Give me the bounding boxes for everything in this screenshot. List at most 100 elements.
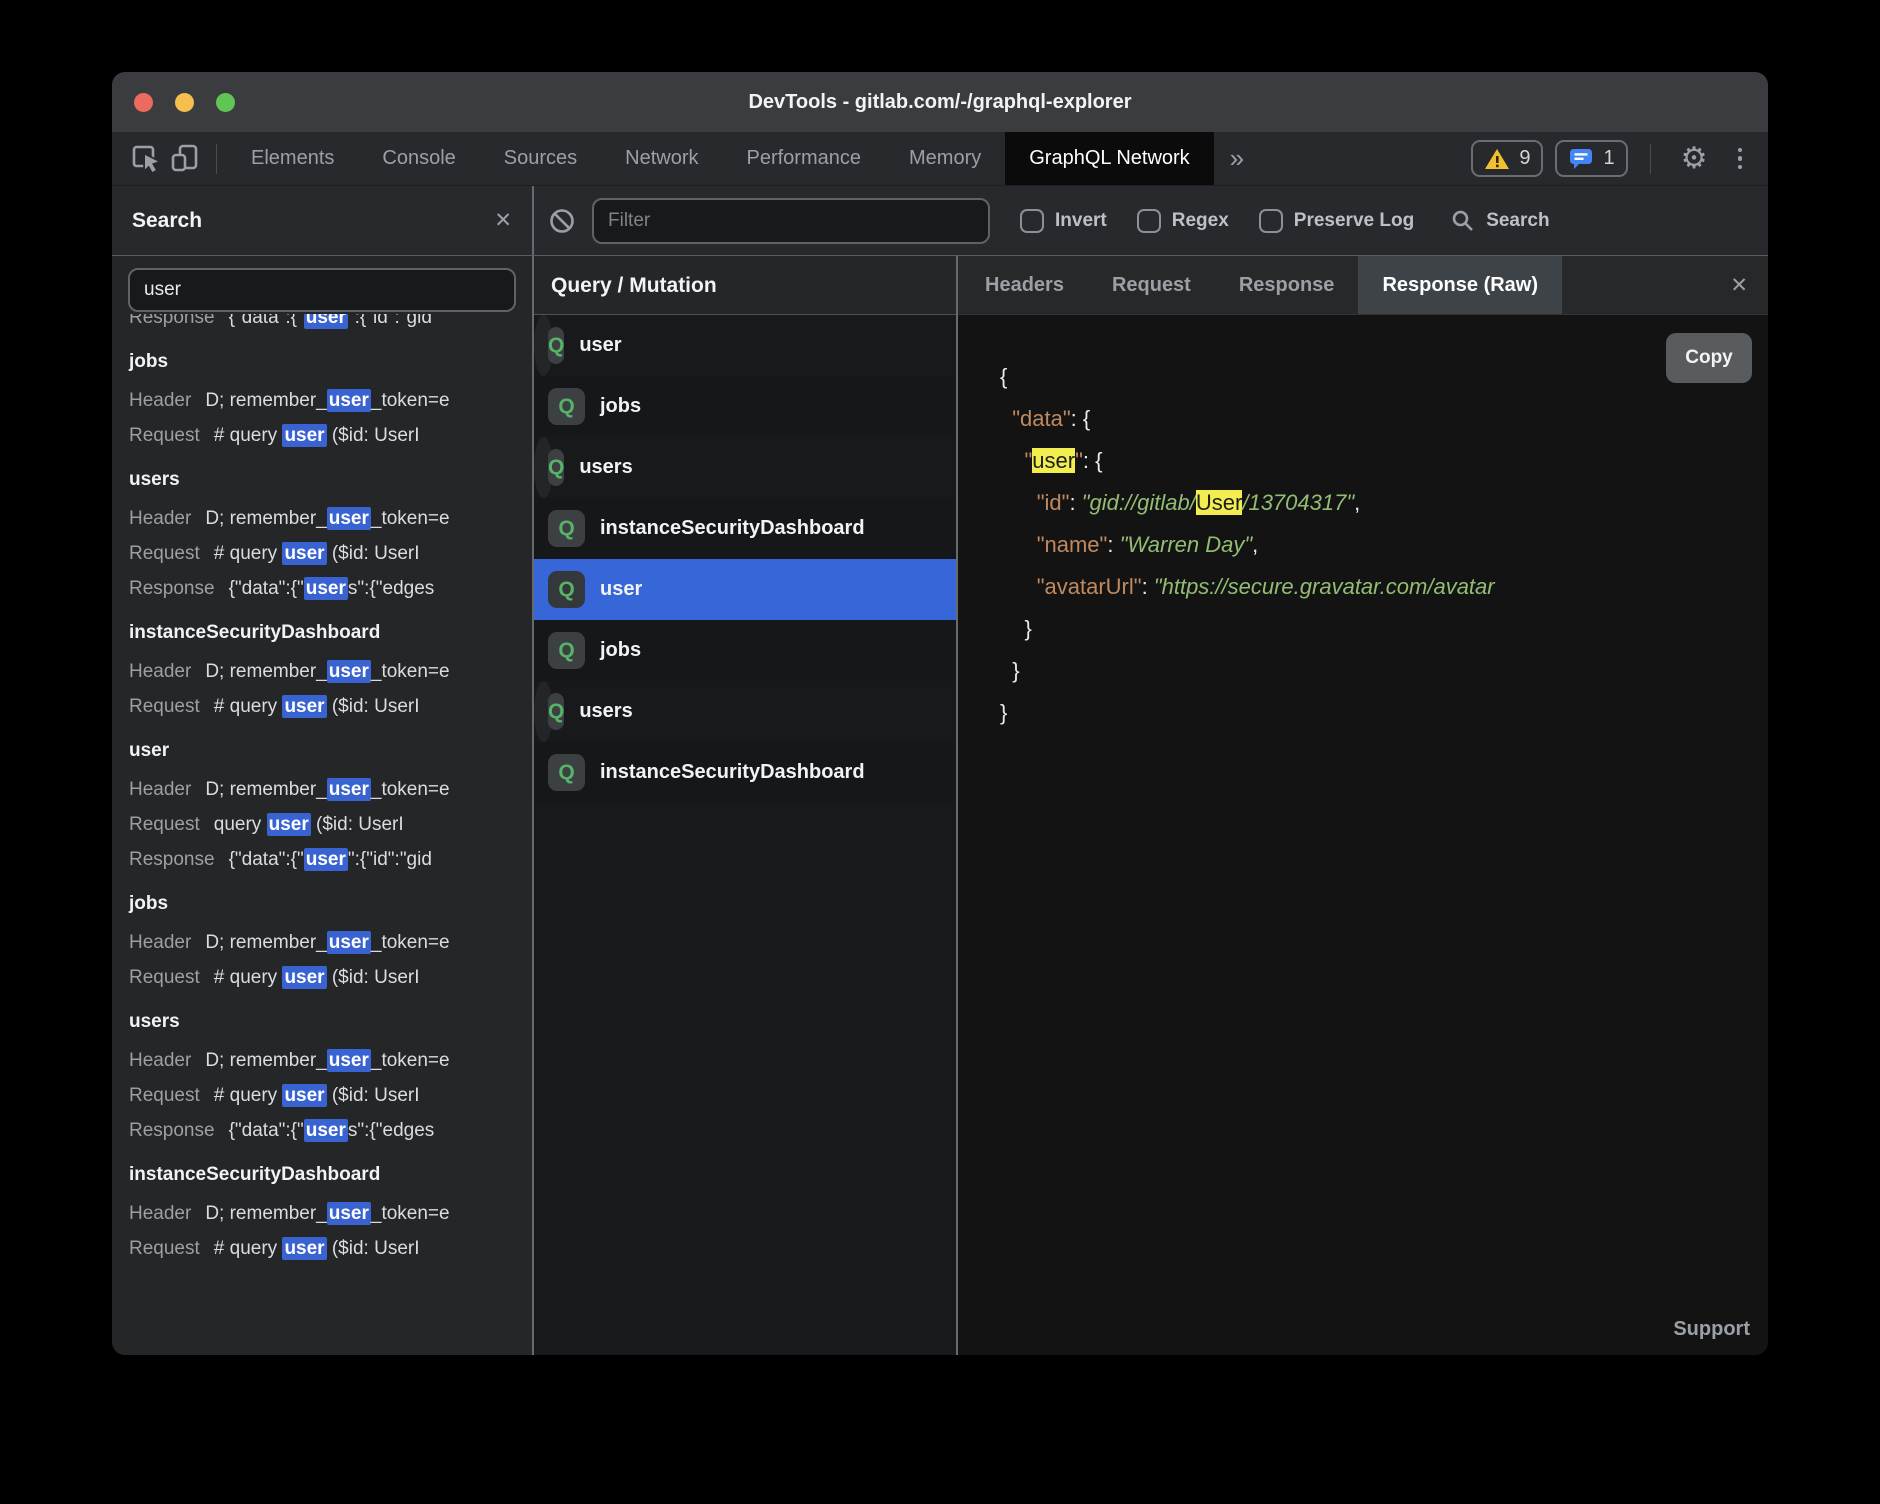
result-text: {"data":{"	[229, 849, 304, 870]
json-token: : {	[1071, 406, 1091, 431]
match-highlight: user	[282, 1237, 326, 1260]
result-text: ($id: UserI	[327, 1085, 420, 1106]
query-list-item[interactable]: Qusers	[534, 681, 553, 742]
result-line[interactable]: HeaderD; remember_user_token=e	[129, 925, 532, 960]
search-panel-close-icon[interactable]: ✕	[494, 208, 512, 233]
checkbox-box[interactable]	[1137, 209, 1161, 233]
warnings-badge[interactable]: 9	[1471, 140, 1543, 177]
device-toolbar-icon[interactable]	[166, 139, 206, 179]
result-line-label: Request	[129, 696, 200, 717]
result-line[interactable]: Response{"data":{"users":{"edges	[129, 571, 532, 606]
detail-tab-request[interactable]: Request	[1088, 256, 1215, 314]
query-type-badge: Q	[548, 327, 564, 364]
devtools-window: DevTools - gitlab.com/-/graphql-explorer…	[112, 72, 1768, 1355]
detail-close-icon[interactable]: ✕	[1730, 273, 1748, 298]
detail-tab-headers[interactable]: Headers	[961, 256, 1088, 314]
query-type-badge: Q	[548, 388, 585, 425]
search-input[interactable]	[128, 268, 516, 312]
query-type-badge: Q	[548, 693, 564, 730]
query-list-item[interactable]: Qjobs	[534, 376, 956, 437]
result-line-label: Header	[129, 661, 191, 682]
result-line[interactable]: HeaderD; remember_user_token=e	[129, 501, 532, 536]
clear-block-icon[interactable]	[548, 207, 576, 235]
tab-memory[interactable]: Memory	[885, 132, 1005, 185]
tab-elements[interactable]: Elements	[227, 132, 358, 185]
response-detail-panel: HeadersRequestResponseResponse (Raw)✕ Co…	[958, 256, 1768, 1355]
result-line[interactable]: HeaderD; remember_user_token=e	[129, 1196, 532, 1231]
tab-graphql-network[interactable]: GraphQL Network	[1005, 132, 1213, 185]
detail-tab-response[interactable]: Response	[1215, 256, 1359, 314]
inspect-element-icon[interactable]	[126, 139, 166, 179]
result-line-label: Response	[129, 1120, 215, 1141]
query-list-item[interactable]: Quser	[534, 559, 956, 620]
filter-checkboxes: Invert Regex Preserve Log	[990, 209, 1414, 233]
search-icon	[1450, 208, 1476, 234]
result-line[interactable]: Request# query user ($id: UserI	[129, 1078, 532, 1113]
result-line[interactable]: Request# query user ($id: UserI	[129, 418, 532, 453]
result-line[interactable]: HeaderD; remember_user_token=e	[129, 772, 532, 807]
json-line: }	[1000, 692, 1768, 734]
result-line[interactable]: HeaderD; remember_user_token=e	[129, 654, 532, 689]
close-window-button[interactable]	[134, 93, 153, 112]
message-count: 1	[1603, 147, 1614, 170]
result-text: # query	[214, 696, 283, 717]
result-line[interactable]: Request# query user ($id: UserI	[129, 536, 532, 571]
more-tabs-chevron-icon[interactable]: »	[1214, 143, 1260, 174]
match-highlight: user	[304, 577, 348, 600]
warning-count: 9	[1519, 147, 1530, 170]
result-group: jobsHeaderD; remember_user_token=eReques…	[129, 341, 532, 453]
maximize-window-button[interactable]	[216, 93, 235, 112]
result-line[interactable]: Response{"data":{"user":{"id":"gid	[129, 842, 532, 877]
query-list-item[interactable]: Quser	[534, 315, 553, 376]
result-group: Response{"data":{"user":{"id":"gid	[129, 314, 532, 335]
devtools-tabbar: ElementsConsoleSourcesNetworkPerformance…	[112, 132, 1768, 186]
json-line: }	[1000, 608, 1768, 650]
result-line-label: Header	[129, 1050, 191, 1071]
result-line[interactable]: Request# query user ($id: UserI	[129, 689, 532, 724]
result-line[interactable]: Requestquery user ($id: UserI	[129, 807, 532, 842]
tab-sources[interactable]: Sources	[480, 132, 601, 185]
result-line[interactable]: Response{"data":{"users":{"edges	[129, 1113, 532, 1148]
result-line[interactable]: HeaderD; remember_user_token=e	[129, 1043, 532, 1078]
search-results-panel: Response{"data":{"user":{"id":"gid jobsHe…	[112, 256, 532, 1355]
search-toggle[interactable]: Search	[1450, 208, 1549, 234]
match-highlight: user	[327, 1202, 371, 1225]
result-text: _token=e	[371, 1203, 450, 1224]
checkbox-regex[interactable]: Regex	[1137, 209, 1229, 233]
checkbox-box[interactable]	[1020, 209, 1044, 233]
checkbox-invert[interactable]: Invert	[1020, 209, 1107, 233]
tab-network[interactable]: Network	[601, 132, 722, 185]
tab-performance[interactable]: Performance	[723, 132, 886, 185]
json-token: "Warren Day"	[1120, 532, 1253, 557]
result-line[interactable]: HeaderD; remember_user_token=e	[129, 383, 532, 418]
settings-gear-icon[interactable]: ⚙	[1673, 144, 1716, 174]
result-text: _token=e	[371, 1050, 450, 1071]
result-text: ($id: UserI	[327, 425, 420, 446]
window-title: DevTools - gitlab.com/-/graphql-explorer	[748, 91, 1131, 114]
query-list-item[interactable]: Qusers	[534, 437, 553, 498]
result-line-label: Response	[129, 314, 215, 328]
checkbox-preserve-log[interactable]: Preserve Log	[1259, 209, 1414, 233]
detail-tab-response-raw[interactable]: Response (Raw)	[1358, 256, 1562, 314]
query-label: users	[579, 456, 632, 479]
result-line[interactable]: Request# query user ($id: UserI	[129, 1231, 532, 1266]
kebab-menu-icon[interactable]	[1728, 148, 1753, 170]
tab-console[interactable]: Console	[358, 132, 479, 185]
search-match-highlight: User	[1196, 490, 1242, 515]
checkbox-box[interactable]	[1259, 209, 1283, 233]
query-label: user	[600, 578, 642, 601]
result-group: usersHeaderD; remember_user_token=eReque…	[129, 1001, 532, 1148]
query-list-panel: Query / Mutation QuserQjobsQusersQinstan…	[534, 256, 956, 1355]
messages-badge[interactable]: 1	[1555, 140, 1627, 177]
support-link[interactable]: Support	[1673, 1318, 1750, 1341]
query-list-item[interactable]: QinstanceSecurityDashboard	[534, 498, 956, 559]
query-list-item[interactable]: QinstanceSecurityDashboard	[534, 742, 956, 803]
minimize-window-button[interactable]	[175, 93, 194, 112]
query-list-item[interactable]: Qjobs	[534, 620, 956, 681]
json-token	[1000, 406, 1012, 431]
result-line[interactable]: Request# query user ($id: UserI	[129, 960, 532, 995]
json-token: :	[1142, 574, 1154, 599]
filter-input[interactable]	[592, 198, 990, 244]
match-highlight: user	[327, 660, 371, 683]
result-line[interactable]: Response{"data":{"user":{"id":"gid	[129, 314, 532, 335]
